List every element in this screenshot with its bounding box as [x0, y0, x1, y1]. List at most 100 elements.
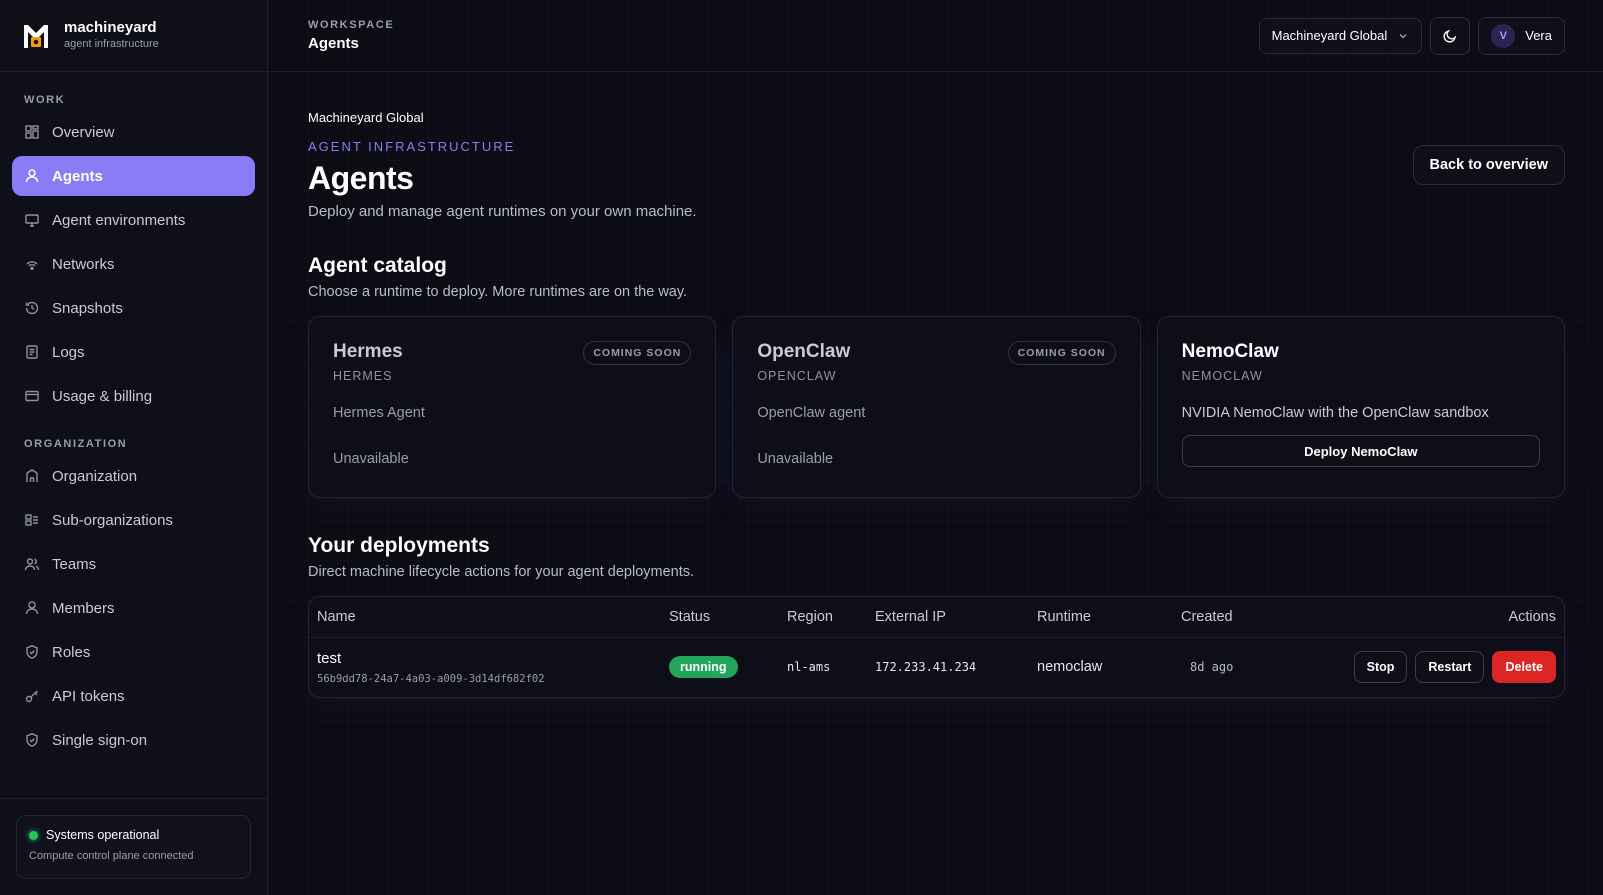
deploy-nemoclaw-button[interactable]: Deploy NemoClaw [1181, 435, 1540, 467]
deployments-subtitle: Direct machine lifecycle actions for you… [308, 564, 695, 580]
status-badge: running [669, 656, 738, 679]
sidebar-item-overview[interactable]: Overview [12, 112, 255, 152]
sidebar-item-logs[interactable]: Logs [12, 332, 255, 372]
table-row: test 56b9dd78-24a7-4a03-a009-3d14df682f0… [309, 637, 1564, 697]
page-content: Machineyard Global AGENT INFRASTRUCTURE … [268, 72, 1603, 698]
user-icon [24, 168, 40, 184]
catalog-card-nemoclaw: NemoClaw NEMOCLAW NVIDIA NemoClaw with t… [1156, 316, 1565, 498]
card-description: NVIDIA NemoClaw with the OpenClaw sandbo… [1181, 405, 1489, 421]
page-title: Agents [308, 160, 414, 196]
sidebar-item-roles[interactable]: Roles [12, 632, 255, 672]
card-name: NemoClaw [1181, 341, 1279, 362]
user-icon [24, 600, 40, 616]
sidebar-item-sub-organizations[interactable]: Sub-organizations [12, 500, 255, 540]
nav-heading-organization: ORGANIZATION [24, 438, 128, 450]
sidebar-item-teams[interactable]: Teams [12, 544, 255, 584]
back-to-overview-button[interactable]: Back to overview [1412, 145, 1565, 185]
coming-soon-badge: COMING SOON [583, 341, 692, 365]
card-availability: Unavailable [333, 451, 409, 467]
sidebar-item-label: Overview [52, 123, 115, 141]
column-header-name: Name [309, 597, 661, 638]
sidebar-item-label: Teams [52, 555, 97, 573]
sidebar-item-label: Members [52, 599, 115, 617]
nav-section-work: WORK Overview Agents Agent environments [0, 72, 267, 420]
system-status: Systems operational Compute control plan… [0, 798, 267, 895]
deployments-section: Your deployments Direct machine lifecycl… [308, 534, 1565, 698]
column-header-actions: Actions [1283, 597, 1564, 638]
theme-toggle-button[interactable] [1430, 16, 1471, 55]
status-dot-icon [29, 830, 38, 840]
wifi-icon [24, 256, 40, 272]
building-icon [24, 468, 40, 484]
sidebar-item-label: Single sign-on [52, 731, 148, 749]
sidebar-item-label: Snapshots [52, 299, 123, 317]
sidebar-item-label: Agents [52, 167, 103, 185]
deployments-title: Your deployments [308, 534, 490, 557]
monitor-icon [24, 212, 40, 228]
deployments-table: Name Status Region External IP Runtime C… [308, 596, 1565, 698]
sidebar-item-snapshots[interactable]: Snapshots [12, 288, 255, 328]
cell-region: nl-ams [787, 660, 831, 675]
sidebar-item-single-sign-on[interactable]: Single sign-on [12, 720, 255, 760]
coming-soon-badge: COMING SOON [1007, 341, 1116, 365]
breadcrumb-label: WORKSPACE [308, 19, 395, 31]
brand-tagline: agent infrastructure [64, 38, 159, 50]
cell-status: running [661, 637, 779, 697]
sidebar: machineyard agent infrastructure WORK Ov… [0, 0, 268, 895]
catalog-card-hermes: Hermes HERMES Hermes Agent Unavailable C… [308, 316, 717, 498]
breadcrumb: WORKSPACE Agents [308, 19, 394, 52]
cell-name: test 56b9dd78-24a7-4a03-a009-3d14df682f0… [309, 637, 661, 697]
catalog-card-openclaw: OpenClaw OPENCLAW OpenClaw agent Unavail… [732, 316, 1141, 498]
org-selector[interactable]: Machineyard Global [1258, 17, 1423, 54]
card-code: HERMES [333, 369, 393, 383]
card-description: OpenClaw agent [757, 405, 866, 421]
top-actions: Machineyard Global V Vera [1258, 16, 1565, 55]
page-eyebrow: AGENT INFRASTRUCTURE [308, 139, 516, 154]
moon-icon [1443, 29, 1457, 43]
sidebar-item-organization[interactable]: Organization [12, 456, 255, 496]
nav-section-organization: ORGANIZATION Organization Sub-organizati… [0, 420, 267, 764]
brand[interactable]: machineyard agent infrastructure [0, 0, 267, 72]
page-subtitle: Deploy and manage agent runtimes on your… [308, 203, 697, 220]
card-code: NEMOCLAW [1181, 369, 1263, 383]
sidebar-item-members[interactable]: Members [12, 588, 255, 628]
restart-button[interactable]: Restart [1415, 651, 1485, 684]
sidebar-item-label: Roles [52, 643, 91, 661]
brand-name: machineyard [64, 19, 157, 36]
deployment-id: 56b9dd78-24a7-4a03-a009-3d14df682f02 [317, 672, 545, 685]
card-icon [24, 388, 40, 404]
nav-heading-work: WORK [24, 94, 66, 106]
sidebar-item-networks[interactable]: Networks [12, 244, 255, 284]
column-header-external-ip: External IP [867, 597, 1029, 638]
card-description: Hermes Agent [333, 405, 425, 421]
user-name: Vera [1525, 28, 1552, 43]
breadcrumb-title: Agents [308, 35, 359, 52]
catalog-cards: Hermes HERMES Hermes Agent Unavailable C… [308, 316, 1565, 498]
sidebar-item-usage-billing[interactable]: Usage & billing [12, 376, 255, 416]
catalog-subtitle: Choose a runtime to deploy. More runtime… [308, 284, 688, 300]
status-card: Systems operational Compute control plan… [16, 815, 251, 879]
deployment-name[interactable]: test [317, 650, 653, 667]
card-availability: Unavailable [757, 451, 834, 467]
main-content: WORKSPACE Agents Machineyard Global V Ve… [268, 0, 1603, 895]
org-selector-value: Machineyard Global [1271, 28, 1388, 43]
sidebar-item-label: Agent environments [52, 211, 186, 229]
sidebar-item-agent-environments[interactable]: Agent environments [12, 200, 255, 240]
suborg-icon [24, 512, 40, 528]
catalog-title: Agent catalog [308, 254, 447, 277]
delete-button[interactable]: Delete [1492, 651, 1556, 684]
user-menu-button[interactable]: V Vera [1478, 16, 1565, 55]
org-name: Machineyard Global [308, 110, 424, 125]
sidebar-item-api-tokens[interactable]: API tokens [12, 676, 255, 716]
sidebar-item-label: Sub-organizations [52, 511, 173, 529]
avatar: V [1491, 23, 1516, 48]
machineyard-logo-icon [24, 24, 48, 48]
column-header-runtime: Runtime [1029, 597, 1173, 638]
chevron-down-icon [1399, 33, 1407, 38]
sidebar-item-label: API tokens [52, 687, 125, 705]
table-header-row: Name Status Region External IP Runtime C… [309, 597, 1564, 638]
users-icon [24, 556, 40, 572]
status-title: Systems operational [46, 828, 160, 842]
sidebar-item-agents[interactable]: Agents [12, 156, 255, 196]
stop-button[interactable]: Stop [1353, 651, 1408, 684]
